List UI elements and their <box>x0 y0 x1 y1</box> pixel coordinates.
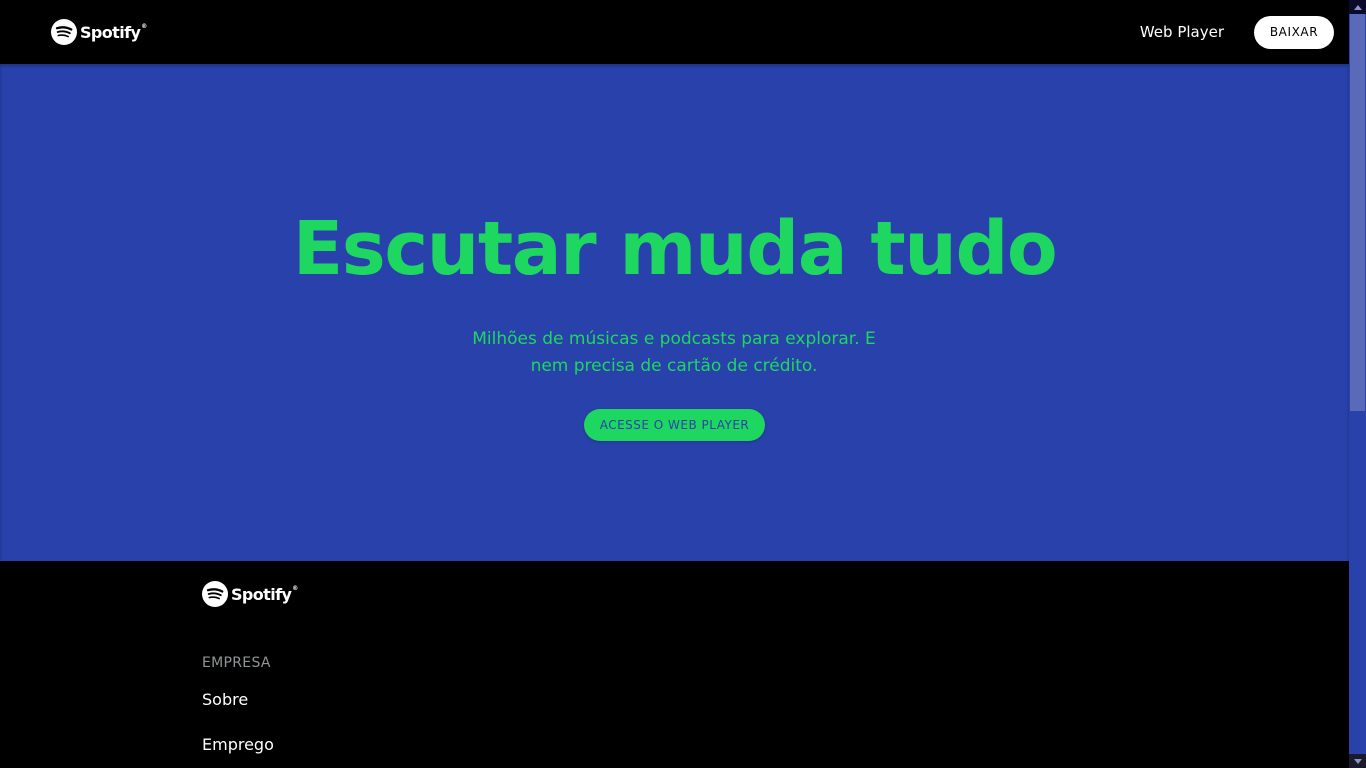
hero-subtitle: Milhões de músicas e podcasts para explo… <box>472 329 876 376</box>
spotify-logo-icon <box>202 581 228 607</box>
page: Spotify® Web Player BAIXAR Escutar muda … <box>0 0 1349 768</box>
footer: Spotify® EMPRESA Sobre Emprego <box>0 561 1349 768</box>
download-button[interactable]: BAIXAR <box>1254 15 1334 49</box>
footer-section-heading-company: EMPRESA <box>202 655 271 671</box>
spotify-logo-icon <box>51 19 77 45</box>
footer-link-jobs[interactable]: Emprego <box>202 735 274 754</box>
scroll-down-arrow-icon[interactable] <box>1349 754 1366 768</box>
top-nav-bar: Spotify® Web Player BAIXAR <box>0 0 1349 64</box>
logo-wordmark: Spotify® <box>80 22 147 42</box>
scroll-up-arrow-icon[interactable] <box>1349 0 1366 14</box>
web-player-link[interactable]: Web Player <box>1140 23 1224 41</box>
hero-section: Escutar muda tudo Milhões de músicas e p… <box>0 64 1349 561</box>
footer-spotify-logo-link[interactable]: Spotify® <box>202 581 298 607</box>
hero-title: Escutar muda tudo <box>292 206 1058 292</box>
open-web-player-button[interactable]: ACESSE O WEB PLAYER <box>584 409 765 441</box>
vertical-scrollbar[interactable] <box>1349 0 1366 768</box>
scrollbar-thumb[interactable] <box>1350 14 1365 411</box>
footer-logo-wordmark: Spotify® <box>231 584 298 604</box>
footer-link-about[interactable]: Sobre <box>202 690 248 709</box>
spotify-logo-link[interactable]: Spotify® <box>51 19 147 45</box>
header-nav: Web Player BAIXAR <box>1140 15 1334 49</box>
